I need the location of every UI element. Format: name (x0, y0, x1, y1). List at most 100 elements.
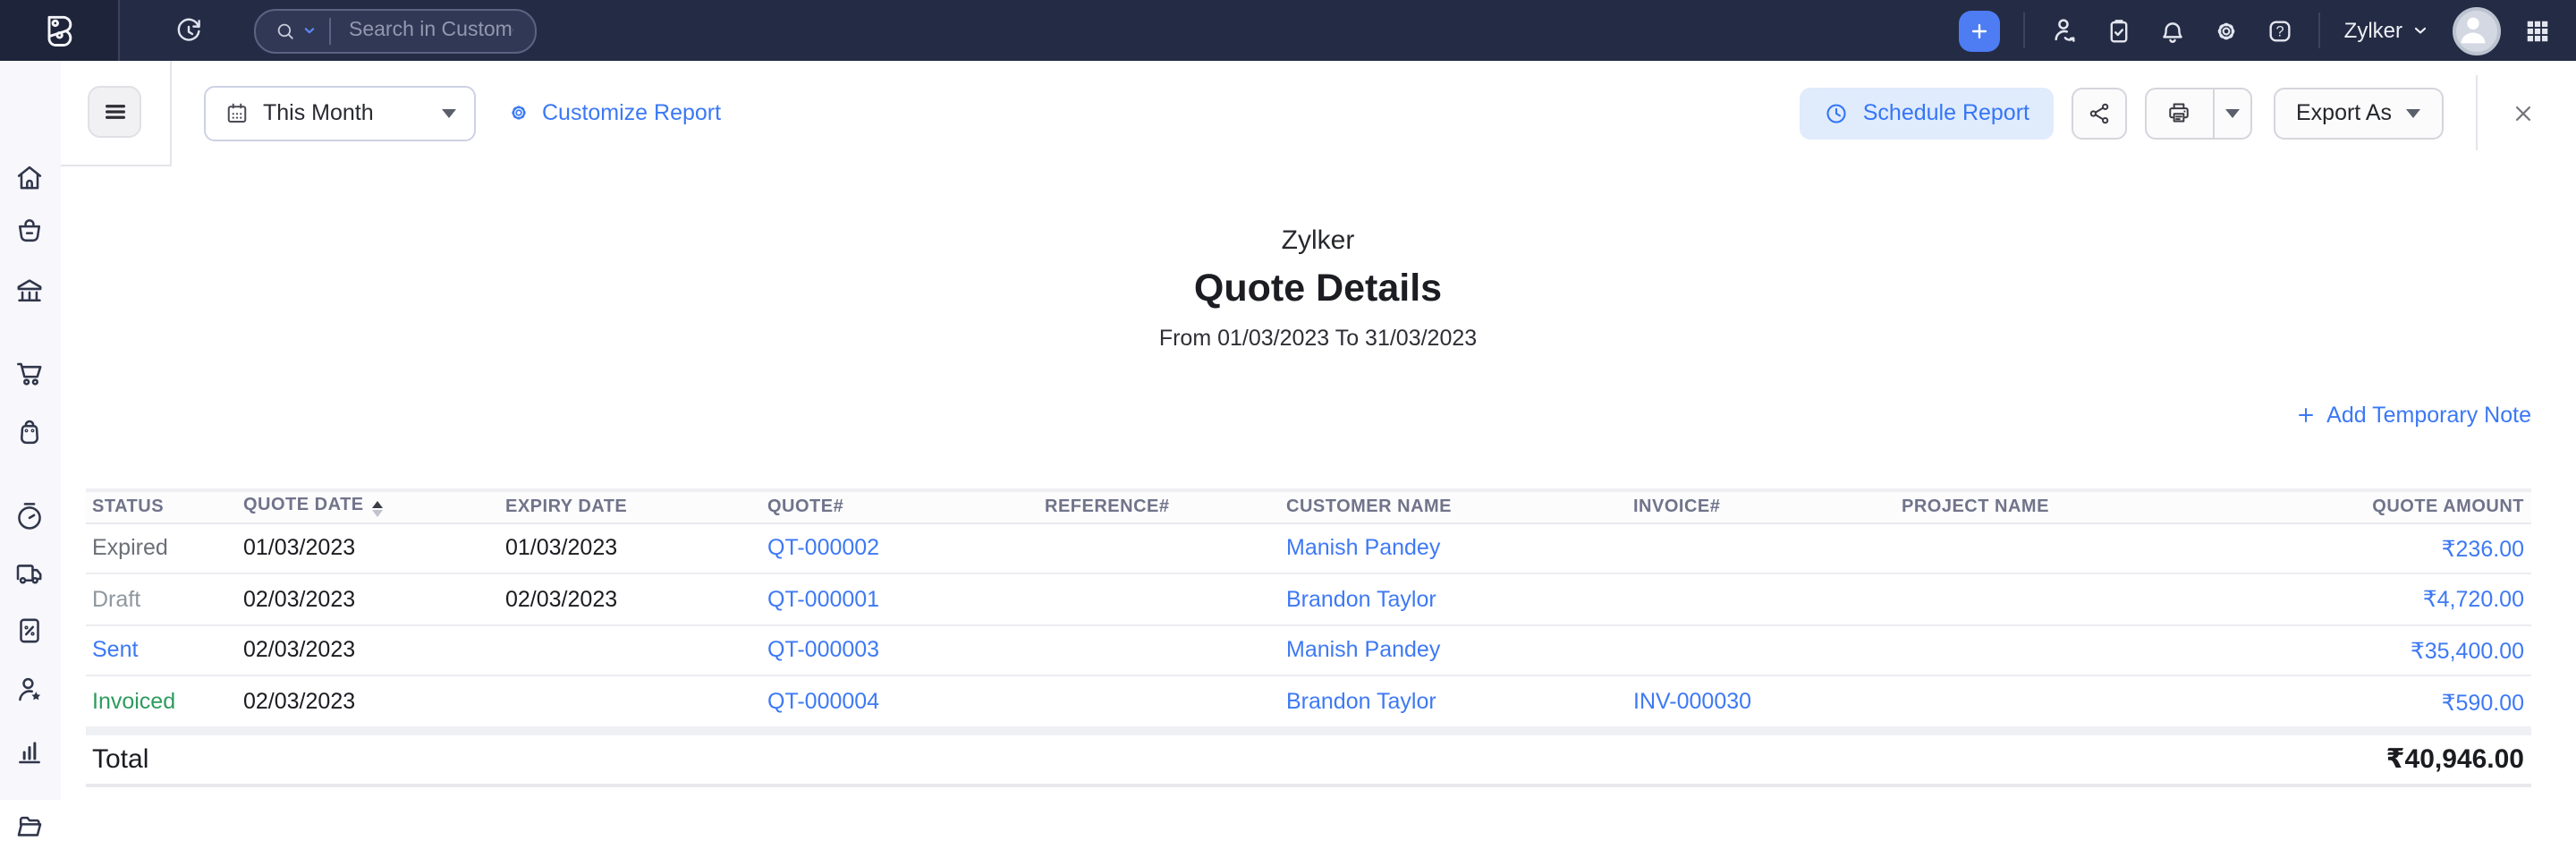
invoice-link[interactable]: INV-000030 (1633, 689, 1751, 714)
sidebar-item-banking[interactable] (0, 267, 60, 314)
quote_no-link[interactable]: QT-000002 (767, 536, 879, 561)
column-header-expiry_date[interactable]: EXPIRY DATE (498, 489, 760, 522)
amount-link[interactable]: ₹590.00 (2442, 690, 2524, 715)
notifications-button[interactable] (2158, 15, 2189, 46)
column-header-quote_no[interactable]: QUOTE# (760, 489, 1038, 522)
toggle-report-list-button[interactable] (89, 87, 142, 139)
tasks-button[interactable] (2105, 15, 2135, 46)
cell-project (1894, 676, 2163, 731)
total-row: Total ₹40,946.00 (85, 731, 2531, 785)
quick-create-button[interactable] (1960, 10, 2001, 51)
search-input[interactable] (345, 18, 517, 43)
table-row: Sent02/03/2023QT-000003Manish Pandey₹35,… (85, 624, 2531, 675)
print-button[interactable] (2144, 88, 2212, 140)
sidebar-item-accountant[interactable] (0, 666, 60, 712)
sidebar-item-home[interactable] (0, 154, 60, 200)
settings-button[interactable] (2212, 15, 2242, 46)
app-logo[interactable] (0, 0, 120, 61)
column-header-customer[interactable]: CUSTOMER NAME (1279, 489, 1626, 522)
contacts-icon (2049, 14, 2081, 47)
column-header-status[interactable]: STATUS (85, 489, 236, 522)
bank-icon (13, 274, 47, 308)
svg-text:?: ? (2276, 23, 2284, 39)
customize-report-link[interactable]: Customize Report (506, 101, 721, 126)
amount-link[interactable]: ₹35,400.00 (2411, 639, 2524, 664)
apps-grid-button[interactable] (2524, 17, 2551, 44)
cell-status: Expired (85, 522, 236, 573)
cell-project (1894, 624, 2163, 675)
date-range-value: This Month (263, 101, 374, 126)
export-as-button[interactable]: Export As (2273, 88, 2444, 140)
search-scope-chevron-icon[interactable] (301, 21, 318, 39)
recent-history-button[interactable] (174, 15, 204, 46)
apps-grid-icon (2524, 17, 2551, 44)
search-icon (274, 19, 297, 42)
report-header: Zylker Quote Details From 01/03/2023 To … (60, 225, 2576, 351)
close-report-button[interactable] (2510, 100, 2537, 127)
amount-link[interactable]: ₹4,720.00 (2423, 588, 2524, 613)
cell-invoice (1626, 573, 1894, 624)
quote_no-link[interactable]: QT-000001 (767, 587, 879, 612)
sidebar-item-sales[interactable] (0, 350, 60, 396)
add-temporary-note-link[interactable]: Add Temporary Note (2294, 403, 2531, 428)
truck-icon (13, 556, 47, 590)
cell-amount: ₹590.00 (2163, 676, 2531, 731)
user-avatar[interactable] (2453, 6, 2501, 55)
table-body: Expired01/03/202301/03/2023QT-000002Mani… (85, 522, 2531, 731)
column-header-project[interactable]: PROJECT NAME (1894, 489, 2163, 522)
customer-link[interactable]: Brandon Taylor (1286, 689, 1436, 714)
cell-expiry_date: 01/03/2023 (498, 522, 760, 573)
shopping-bag-icon (13, 415, 47, 449)
chevron-down-icon (2406, 109, 2420, 118)
help-button[interactable]: ? (2266, 15, 2296, 46)
quote_no-link[interactable]: QT-000003 (767, 638, 879, 663)
org-name: Zylker (2344, 18, 2402, 43)
plus-icon (1969, 19, 1992, 42)
date-range-select[interactable]: This Month (204, 86, 476, 141)
table-row: Expired01/03/202301/03/2023QT-000002Mani… (85, 522, 2531, 573)
sidebar-item-items[interactable] (0, 208, 60, 255)
customer-link[interactable]: Manish Pandey (1286, 638, 1440, 663)
share-button[interactable] (2071, 88, 2126, 140)
calendar-icon (224, 100, 250, 127)
quote_no-link[interactable]: QT-000004 (767, 689, 879, 714)
chevron-down-icon (442, 109, 456, 118)
sidebar-item-delivery[interactable] (0, 550, 60, 597)
column-header-reference[interactable]: REFERENCE# (1038, 489, 1279, 522)
org-switcher[interactable]: Zylker (2344, 18, 2429, 43)
collapsed-panel-header (60, 61, 172, 166)
basket-icon (13, 215, 47, 249)
percent-document-icon (13, 613, 47, 647)
sidebar-item-reports[interactable] (0, 726, 60, 773)
chevron-down-icon (2411, 21, 2429, 39)
schedule-report-button[interactable]: Schedule Report (1801, 88, 2053, 140)
print-options-button[interactable] (2212, 88, 2251, 140)
report-date-range: From 01/03/2023 To 31/03/2023 (60, 326, 2576, 351)
contacts-button[interactable] (2049, 14, 2081, 47)
timer-icon (13, 499, 47, 533)
column-header-invoice[interactable]: INVOICE# (1626, 489, 1894, 522)
sidebar-item-tax[interactable] (0, 607, 60, 653)
cart-icon (13, 356, 47, 390)
cell-reference (1038, 522, 1279, 573)
total-amount: ₹40,946.00 (2163, 731, 2531, 785)
sidebar-item-time-tracking[interactable] (0, 493, 60, 539)
folder-icon (13, 809, 47, 843)
amount-link[interactable]: ₹236.00 (2442, 537, 2524, 562)
cell-quote_no: QT-000003 (760, 624, 1038, 675)
add-temporary-note-label: Add Temporary Note (2326, 403, 2531, 428)
cell-amount: ₹236.00 (2163, 522, 2531, 573)
cell-quote_date: 02/03/2023 (236, 676, 498, 731)
column-header-quote_date[interactable]: QUOTE DATE (236, 489, 498, 522)
cell-status: Draft (85, 573, 236, 624)
printer-icon (2165, 99, 2193, 128)
customer-link[interactable]: Brandon Taylor (1286, 587, 1436, 612)
customer-link[interactable]: Manish Pandey (1286, 536, 1440, 561)
sidebar-item-purchases[interactable] (0, 409, 60, 455)
cell-reference (1038, 573, 1279, 624)
column-header-amount[interactable]: QUOTE AMOUNT (2163, 489, 2531, 522)
tasks-clipboard-icon (2105, 15, 2135, 46)
share-icon (2085, 100, 2112, 127)
sidebar-item-documents[interactable] (0, 802, 60, 849)
cell-quote_no: QT-000004 (760, 676, 1038, 731)
